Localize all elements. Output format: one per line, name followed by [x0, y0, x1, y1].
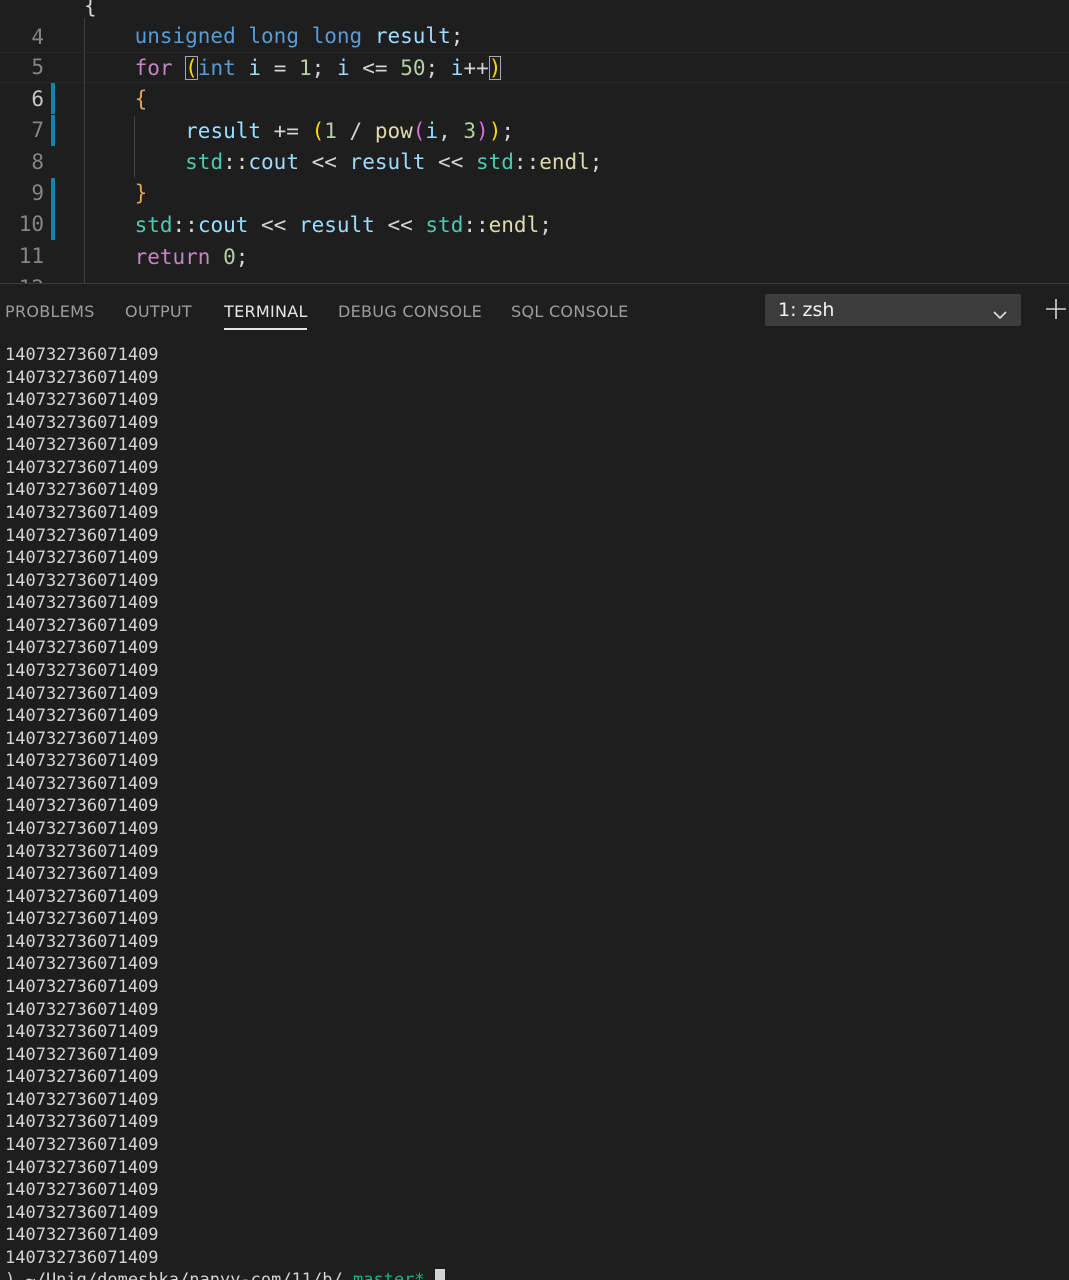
- terminal-output-line: 140732736071409: [5, 773, 159, 794]
- plus-icon[interactable]: [1043, 296, 1069, 322]
- matching-bracket: ): [488, 56, 502, 80]
- code-line-11[interactable]: 11 std::cout << result << std::endl;: [0, 210, 1069, 268]
- terminal-output-line: 140732736071409: [5, 412, 159, 433]
- terminal-output-line: 140732736071409: [5, 1089, 159, 1110]
- chevron-down-icon: [993, 303, 1007, 325]
- terminal-output-line: 140732736071409: [5, 909, 159, 930]
- terminal-output-line: 140732736071409: [5, 1157, 159, 1178]
- terminal-prompt[interactable]: ) ~/Unig/domeshka/nanyy-com/11/b/ master…: [5, 1269, 445, 1280]
- terminal-output-line: 140732736071409: [5, 886, 159, 907]
- tab-debug-console[interactable]: DEBUG CONSOLE: [338, 302, 482, 321]
- terminal-output-line: 140732736071409: [5, 683, 159, 704]
- terminal-output-line: 140732736071409: [5, 593, 159, 614]
- code-line-12[interactable]: 12 return 0;: [0, 242, 1069, 283]
- terminal-output-line: 140732736071409: [5, 1180, 159, 1201]
- code-line-8[interactable]: 8 result += (1 / pow(i, 3));: [0, 116, 1069, 209]
- terminal-output-line: 140732736071409: [5, 796, 159, 817]
- code-editor[interactable]: 4 { 5 unsigned long long result; 6 for (…: [0, 0, 1069, 283]
- code-line-4[interactable]: 4 {: [0, 0, 1069, 49]
- code-line-5[interactable]: 5 unsigned long long result;: [0, 21, 1069, 114]
- terminal-output-line: 140732736071409: [5, 864, 159, 885]
- terminal-output-line: 140732736071409: [5, 1225, 159, 1246]
- terminal-output-line: 140732736071409: [5, 728, 159, 749]
- code-line-9[interactable]: 9 std::cout << result << std::endl;: [0, 147, 1069, 240]
- panel-tab-bar: PROBLEMS OUTPUT TERMINAL DEBUG CONSOLE S…: [0, 284, 1069, 340]
- terminal-output[interactable]: 140732736071409 140732736071409 1407327360…: [0, 344, 1069, 1280]
- terminal-output-line: 140732736071409: [5, 1202, 159, 1223]
- terminal-output-line: 140732736071409: [5, 345, 159, 365]
- terminal-output-line: 140732736071409: [5, 818, 159, 839]
- terminal-output-line: 140732736071409: [5, 390, 159, 411]
- terminal-output-line: 140732736071409: [5, 548, 159, 569]
- terminal-output-line: 140732736071409: [5, 751, 159, 772]
- prompt-git-branch: master*: [353, 1270, 435, 1280]
- terminal-output-line: 140732736071409: [5, 660, 159, 681]
- terminal-shell-select[interactable]: 1: zsh: [765, 294, 1021, 326]
- terminal-output-line: 140732736071409: [5, 999, 159, 1020]
- terminal-output-line: 140732736071409: [5, 367, 159, 388]
- terminal-output-line: 140732736071409: [5, 1247, 159, 1268]
- tab-problems[interactable]: PROBLEMS: [5, 302, 95, 321]
- code-line-10[interactable]: 10 }: [0, 178, 1069, 236]
- code-line-7[interactable]: 7 {: [0, 84, 1069, 142]
- tab-terminal[interactable]: TERMINAL: [224, 302, 308, 321]
- terminal-output-line: 140732736071409: [5, 931, 159, 952]
- active-tab-indicator: [224, 328, 307, 330]
- terminal-output-line: 140732736071409: [5, 1134, 159, 1155]
- terminal-output-line: 140732736071409: [5, 435, 159, 456]
- code-line-6[interactable]: 6 for (int i = 1; i <= 50; i++): [0, 52, 1069, 146]
- terminal-output-line: 140732736071409: [5, 638, 159, 659]
- terminal-output-line: 140732736071409: [5, 1112, 159, 1133]
- terminal-output-line: 140732736071409: [5, 1022, 159, 1043]
- terminal-output-line: 140732736071409: [5, 841, 159, 862]
- terminal-cursor: [434, 1269, 445, 1280]
- terminal-output-line: 140732736071409: [5, 954, 159, 975]
- line-number: 12: [0, 273, 44, 283]
- terminal-output-line: 140732736071409: [5, 570, 159, 591]
- matching-bracket: (: [185, 56, 198, 80]
- terminal-output-line: 140732736071409: [5, 976, 159, 997]
- terminal-output-line: 140732736071409: [5, 1044, 159, 1065]
- tab-sql-console[interactable]: SQL CONSOLE: [511, 302, 629, 321]
- terminal-output-line: 140732736071409: [5, 615, 159, 636]
- terminal-output-line: 140732736071409: [5, 457, 159, 478]
- tab-output[interactable]: OUTPUT: [125, 302, 192, 321]
- terminal-output-line: 140732736071409: [5, 1067, 159, 1088]
- prompt-path: ) ~/Unig/domeshka/nanyy-com/11/b/: [5, 1270, 353, 1280]
- terminal-output-line: 140732736071409: [5, 480, 159, 501]
- terminal-output-line: 140732736071409: [5, 525, 159, 546]
- terminal-output-line: 140732736071409: [5, 706, 159, 727]
- terminal-output-line: 140732736071409: [5, 502, 159, 523]
- shell-select-value: 1: zsh: [778, 299, 835, 321]
